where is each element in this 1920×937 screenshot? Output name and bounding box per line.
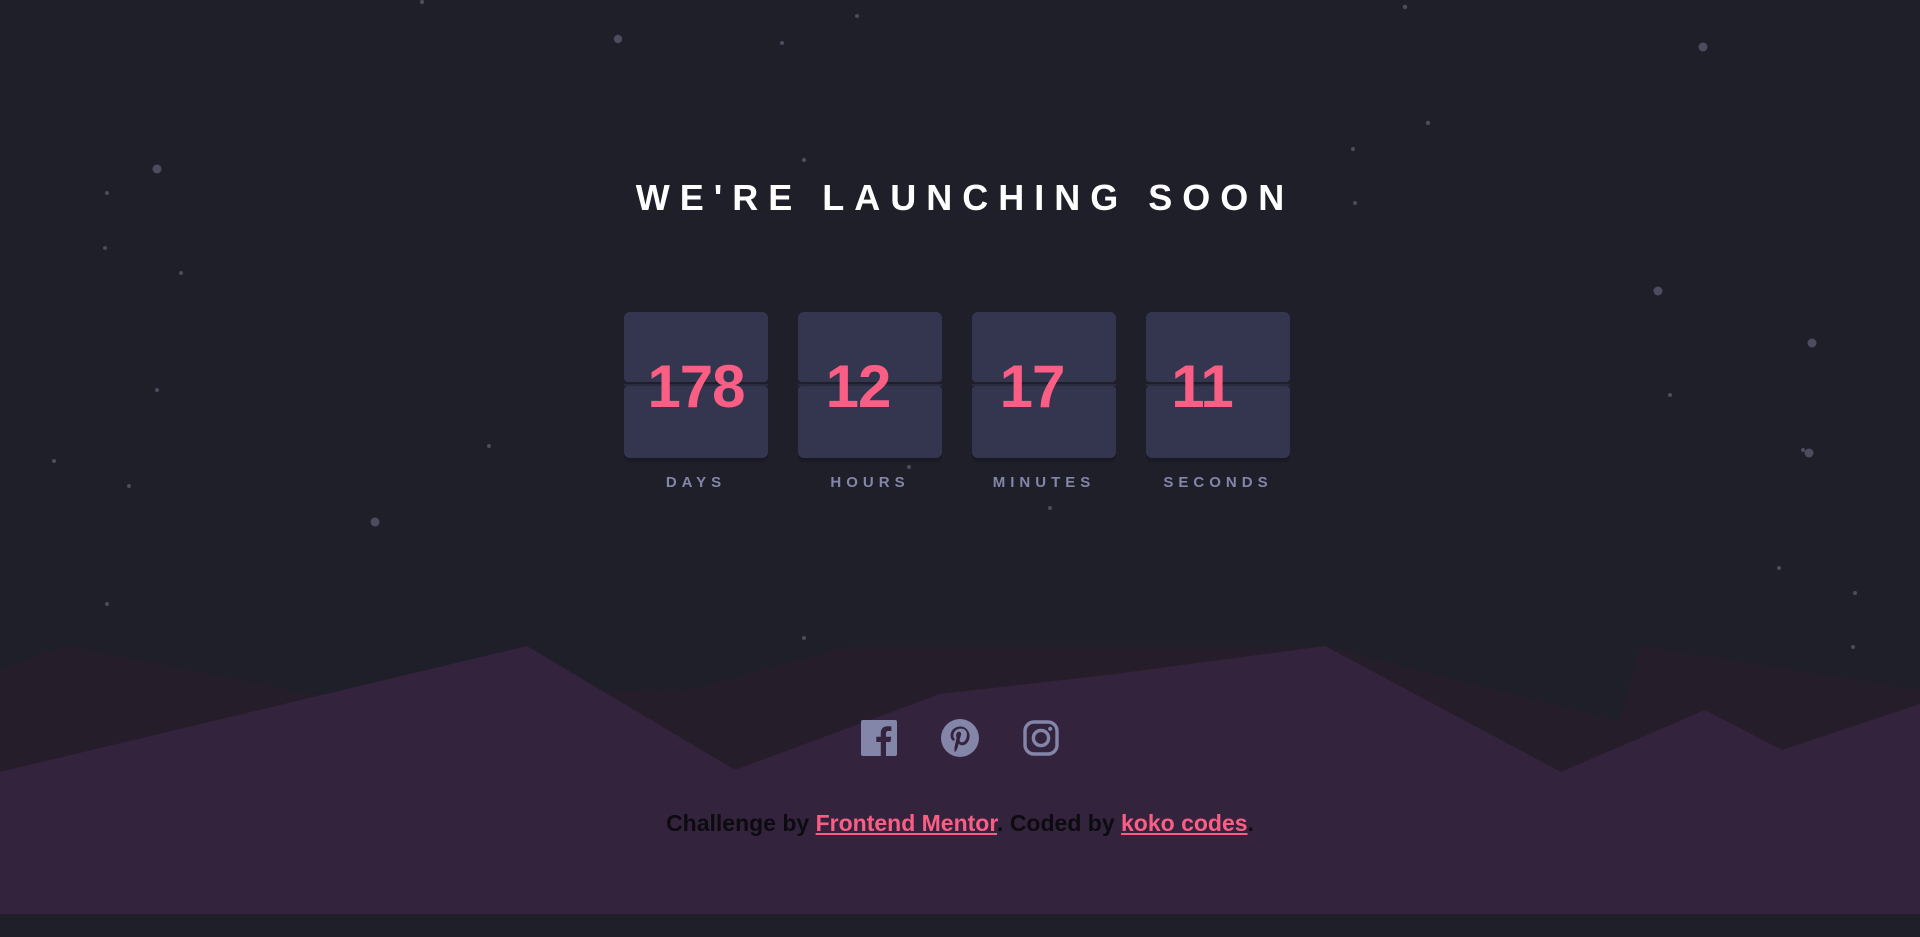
hills-background — [0, 646, 1920, 914]
seconds-label: SECONDS — [1163, 474, 1273, 491]
facebook-link[interactable] — [859, 716, 899, 760]
hours-value: 12 — [825, 353, 892, 420]
social-links — [0, 716, 1920, 760]
days-label: DAYS — [665, 474, 727, 491]
countdown-card-seconds: 11 — [1146, 312, 1290, 458]
instagram-link[interactable] — [1021, 716, 1061, 760]
countdown-card-hours: 12 — [798, 312, 942, 458]
pinterest-icon — [941, 719, 979, 757]
attribution-middle: . Coded by — [997, 810, 1121, 836]
attribution-prefix: Challenge by — [666, 810, 816, 836]
koko-codes-link[interactable]: koko codes — [1121, 810, 1248, 836]
attribution: Challenge by Frontend Mentor. Coded by k… — [0, 808, 1920, 838]
days-value: 178 — [647, 353, 745, 420]
page-title: WE'RE LAUNCHING SOON — [635, 177, 1295, 218]
frontend-mentor-link[interactable]: Frontend Mentor — [816, 810, 997, 836]
instagram-icon — [1023, 720, 1059, 756]
seconds-value: 11 — [1171, 353, 1233, 420]
page: WE'RE LAUNCHING SOON 178 DAYS 12 HOURS 1… — [0, 0, 1920, 937]
minutes-label: MINUTES — [992, 474, 1096, 491]
minutes-value: 17 — [999, 353, 1066, 420]
pinterest-link[interactable] — [940, 716, 980, 760]
facebook-icon — [861, 720, 897, 756]
countdown-card-minutes: 17 — [972, 312, 1116, 458]
hours-label: HOURS — [830, 474, 910, 491]
attribution-suffix: . — [1247, 810, 1254, 836]
bottom-strip — [0, 914, 1920, 937]
countdown-card-days: 178 — [624, 312, 768, 458]
